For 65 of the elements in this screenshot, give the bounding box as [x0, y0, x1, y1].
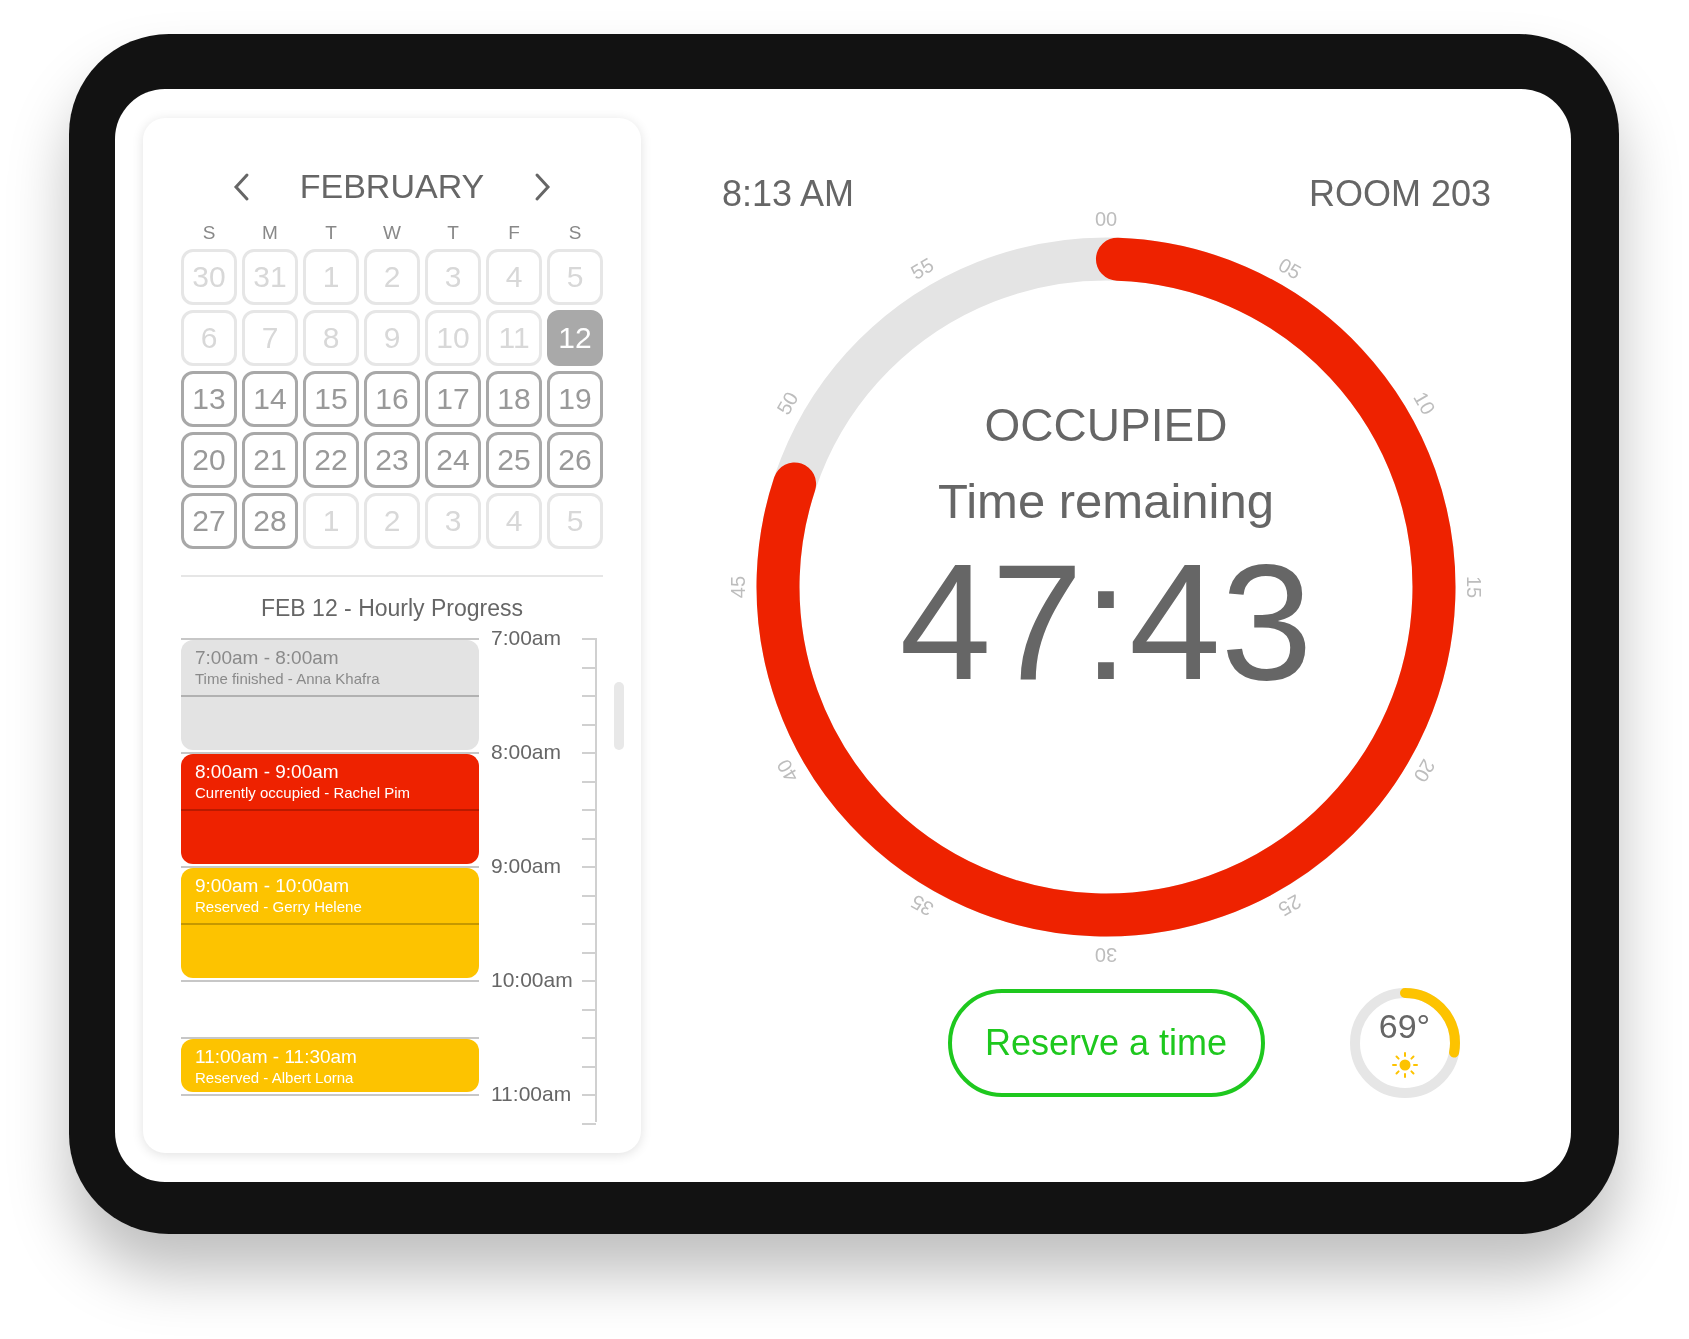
weekday-label: T [324, 222, 338, 244]
booking-detail: Currently occupied - Rachel Pim [195, 783, 412, 803]
chevron-right-icon [534, 171, 553, 202]
minute-label: 55 [907, 253, 938, 284]
minute-label: 50 [772, 388, 803, 419]
booking-detail: Time finished - Anna Khafra [195, 669, 381, 689]
schedule-title: FEB 12 - Hourly Progress [260, 595, 524, 622]
booking-time: 9:00am - 10:00am [195, 875, 351, 897]
booking-block[interactable]: 8:00am - 9:00am Currently occupied - Rachel Pim [181, 754, 479, 864]
booking-block[interactable]: 9:00am - 10:00am Reserved - Gerry Helene [181, 868, 479, 978]
minute-label: 35 [907, 890, 938, 921]
calendar-day[interactable]: 26 [547, 432, 603, 488]
weekday-label: F [507, 222, 521, 244]
booking-time: 8:00am - 9:00am [195, 761, 340, 783]
minute-label: 25 [1274, 890, 1305, 921]
minute-label: 20 [1409, 755, 1440, 786]
booking-time: 11:00am - 11:30am [195, 1046, 358, 1068]
sun-icon [1390, 1051, 1419, 1079]
room-name: ROOM 203 [1308, 173, 1491, 215]
weekday-label: T [446, 222, 460, 244]
booking-detail: Reserved - Albert Lorna [195, 1068, 355, 1088]
calendar-day[interactable]: 12 [547, 310, 603, 366]
minute-label: 15 [1462, 575, 1485, 599]
hour-label: 9:00am [491, 853, 562, 879]
weekday-label: W [382, 222, 402, 244]
calendar-day[interactable]: 27 [181, 493, 237, 549]
calendar-day[interactable]: 21 [242, 432, 298, 488]
hour-label: 8:00am [491, 739, 562, 765]
minute-label: 10 [1409, 388, 1440, 419]
booking-time: 7:00am - 8:00am [195, 647, 340, 669]
calendar-day[interactable]: 22 [303, 432, 359, 488]
chevron-left-icon [231, 171, 250, 202]
room-status: OCCUPIED [984, 398, 1228, 453]
current-time: 8:13 AM [722, 173, 855, 215]
temperature: 69° [1377, 1007, 1432, 1046]
minute-label: 30 [1094, 943, 1118, 966]
calendar-day[interactable]: 17 [425, 371, 481, 427]
booking-block[interactable]: 7:00am - 8:00am Time finished - Anna Khafra [181, 640, 479, 750]
calendar-day[interactable]: 16 [364, 371, 420, 427]
weekday-label: S [567, 222, 583, 244]
time-remaining: 47:43 [899, 537, 1313, 707]
booking-detail: Reserved - Gerry Helene [195, 897, 363, 917]
minute-label: 45 [727, 575, 750, 599]
hour-label: 10:00am [491, 967, 573, 993]
minute-label: 05 [1274, 253, 1305, 284]
hour-label: 11:00am [491, 1081, 572, 1107]
calendar-day[interactable]: 24 [425, 432, 481, 488]
timer-caption: Time remaining [938, 473, 1274, 530]
calendar-day[interactable]: 15 [303, 371, 359, 427]
weekday-label: S [201, 222, 217, 244]
calendar-day[interactable]: 25 [486, 432, 542, 488]
month-title: FEBRUARY [299, 167, 485, 206]
booking-block[interactable]: 11:00am - 11:30am Reserved - Albert Lorna [181, 1039, 479, 1092]
calendar-day[interactable]: 20 [181, 432, 237, 488]
calendar-day[interactable]: 13 [181, 371, 237, 427]
minute-label: 40 [772, 755, 803, 786]
hour-label: 7:00am [491, 625, 562, 651]
calendar-day[interactable]: 18 [486, 371, 542, 427]
calendar-day[interactable]: 19 [547, 371, 603, 427]
minute-label: 00 [1094, 208, 1118, 231]
calendar-day[interactable]: 14 [242, 371, 298, 427]
calendar-day[interactable]: 28 [242, 493, 298, 549]
weekday-label: M [261, 222, 279, 244]
reserve-button[interactable]: Reserve a time [947, 989, 1265, 1097]
calendar-day[interactable]: 23 [364, 432, 420, 488]
